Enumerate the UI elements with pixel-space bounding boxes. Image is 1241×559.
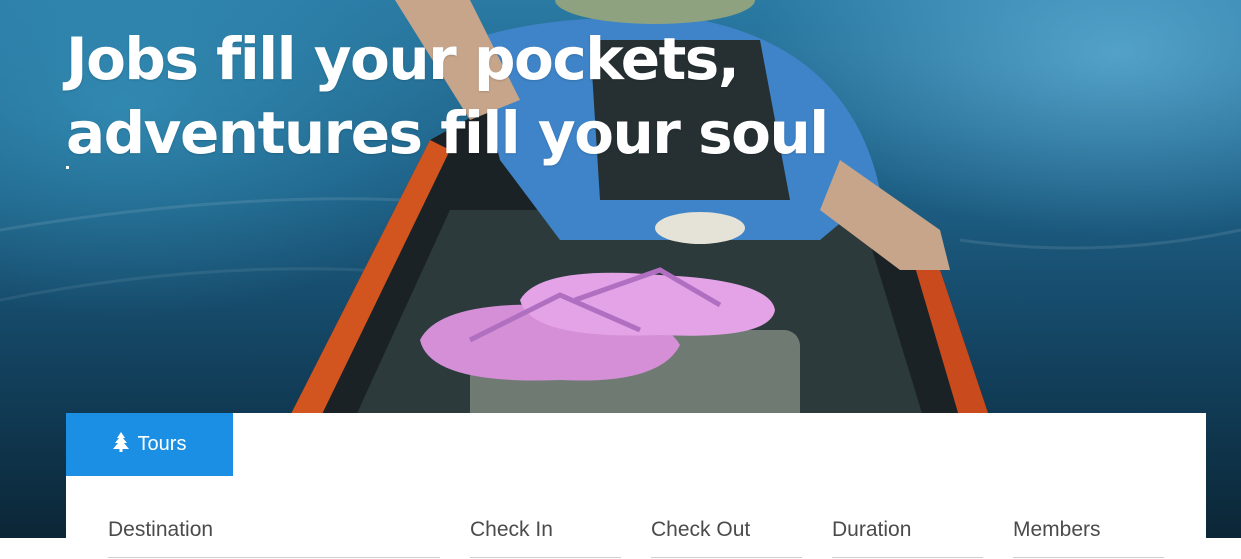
check-out-label: Check Out (651, 518, 751, 541)
members-underline (1013, 557, 1164, 558)
hero-headline-line-1: Jobs fill your pockets, (66, 25, 740, 93)
hero-headline-line-2: adventures fill your soul (66, 99, 829, 167)
tour-search-panel: Tours Destination Check In Check Out Dur… (66, 413, 1206, 559)
hero-headline: Jobs fill your pockets, adventures fill … (66, 22, 829, 170)
destination-underline (108, 557, 440, 558)
destination-field[interactable]: Destination (108, 516, 440, 559)
hero-accent-dot (66, 166, 69, 169)
check-out-field[interactable]: Check Out (651, 516, 802, 559)
check-in-label: Check In (470, 518, 553, 541)
check-out-underline (651, 557, 802, 558)
duration-label: Duration (832, 518, 912, 541)
members-field[interactable]: Members (1013, 516, 1164, 559)
tab-tours-label: Tours (137, 433, 187, 455)
check-in-underline (470, 557, 621, 558)
check-in-field[interactable]: Check In (470, 516, 621, 559)
tab-tours[interactable]: Tours (66, 413, 233, 476)
members-label: Members (1013, 518, 1101, 541)
tree-icon (112, 431, 138, 458)
destination-label: Destination (108, 518, 214, 541)
duration-underline (832, 557, 983, 558)
duration-field[interactable]: Duration (832, 516, 983, 559)
